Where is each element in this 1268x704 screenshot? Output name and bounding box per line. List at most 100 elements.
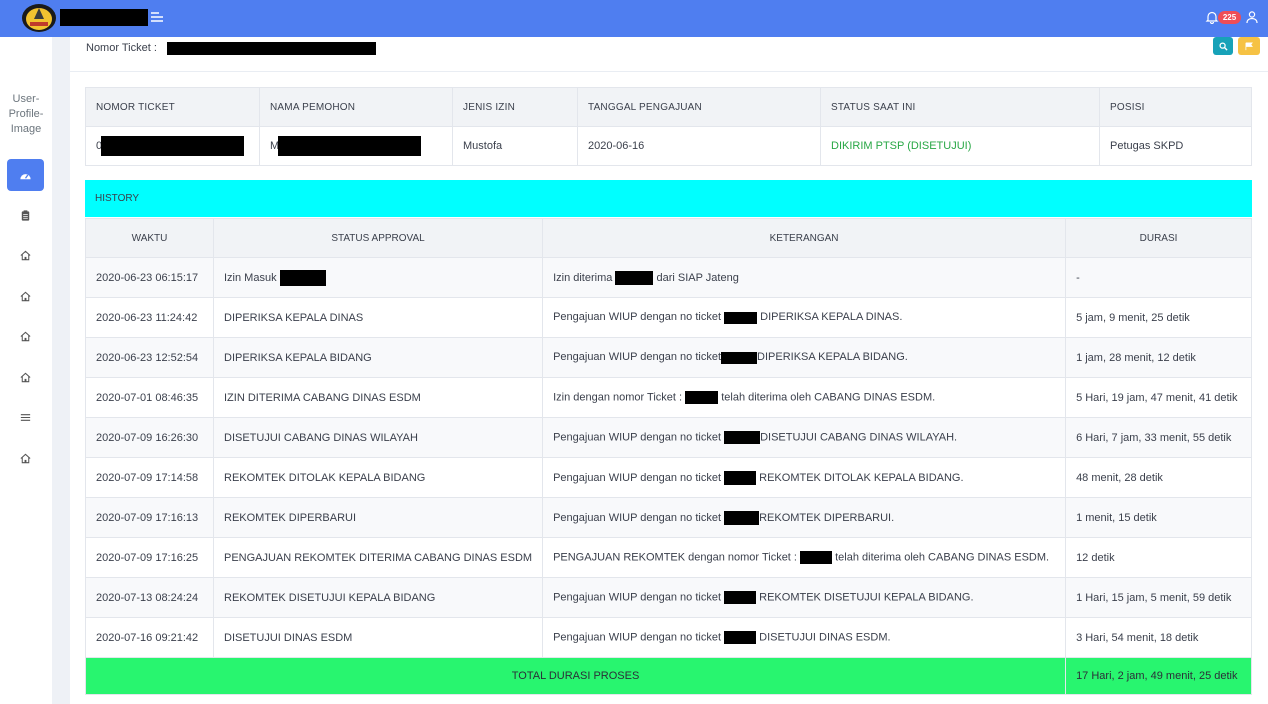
cell-jenis-izin: Mustofa (452, 126, 578, 166)
clipboard-icon (21, 209, 30, 221)
cell-durasi: 1 jam, 28 menit, 12 detik (1065, 337, 1252, 378)
user-icon[interactable] (1245, 10, 1259, 24)
keterangan-text: REKOMTEK DIPERBARUI. (759, 511, 895, 524)
sidebar-item-list[interactable] (7, 401, 44, 433)
redacted-block (724, 510, 760, 525)
cell-status: DIKIRIM PTSP (DISETUJUI) (820, 126, 1100, 166)
cell-keterangan: Pengajuan WIUP dengan no ticket DISETUJU… (542, 417, 1067, 458)
cell-status-approval: DISETUJUI DINAS ESDM (212, 617, 544, 658)
keterangan-text: DISETUJUI DINAS ESDM. (759, 631, 891, 644)
keterangan-text: Pengajuan WIUP dengan no ticket (553, 471, 722, 484)
cell-durasi: 12 detik (1065, 537, 1252, 578)
bell-icon[interactable] (1205, 10, 1219, 25)
search-button[interactable] (1213, 37, 1233, 55)
col-header-tanggal-pengajuan: TANGGAL PENGAJUAN (577, 87, 821, 127)
cell-keterangan: Pengajuan WIUP dengan no ticket REKOMTEK… (542, 577, 1067, 618)
history-table: WAKTU STATUS APPROVAL KETERANGAN DURASI … (84, 218, 1252, 695)
cell-waktu: 2020-06-23 11:24:42 (85, 297, 214, 338)
redacted-block (724, 591, 757, 604)
cell-keterangan: Pengajuan WIUP dengan no ticket REKOMTEK… (542, 497, 1067, 538)
col-header-status-approval: STATUS APPROVAL (212, 218, 544, 258)
cell-durasi: 48 menit, 28 detik (1065, 457, 1252, 498)
table-row: 2020-07-09 17:16:25 PENGAJUAN REKOMTEK D… (85, 537, 1252, 578)
total-label: TOTAL DURASI PROSES (84, 657, 1067, 695)
sidebar-item-home-4[interactable] (7, 361, 44, 393)
cell-waktu: 2020-07-09 17:14:58 (85, 457, 214, 498)
cell-status-approval: DIPERIKSA KEPALA BIDANG (212, 337, 544, 378)
cell-status-approval: Izin Masuk (212, 257, 544, 298)
profile-image-alt-text: User-Profile-Image (8, 93, 44, 135)
cell-keterangan: Izin diterima dari SIAP Jateng (542, 257, 1067, 298)
ticket-number-redacted (167, 42, 376, 55)
cell-durasi: 5 Hari, 19 jam, 47 menit, 41 detik (1065, 377, 1252, 418)
col-header-nomor-ticket: NOMOR TICKET (85, 87, 260, 127)
sidebar-item-home-5[interactable] (7, 442, 44, 474)
history-header: HISTORY (85, 180, 1252, 217)
table-row: 2020-06-23 06:15:17 Izin Masuk Izin dite… (85, 257, 1252, 298)
menu-toggle-icon[interactable] (150, 10, 164, 24)
col-header-waktu: WAKTU (85, 218, 214, 258)
redacted-block (685, 391, 719, 404)
flag-icon (1245, 42, 1253, 50)
redacted-block (724, 311, 758, 324)
cell-keterangan: Pengajuan WIUP dengan no ticket REKOMTEK… (542, 457, 1067, 498)
keterangan-text: REKOMTEK DITOLAK KEPALA BIDANG. (759, 471, 964, 484)
sidebar-item-home-3[interactable] (7, 320, 44, 352)
list-icon (20, 413, 31, 421)
keterangan-text: DISETUJUI CABANG DINAS WILAYAH. (760, 431, 958, 444)
sidebar-item-home-2[interactable] (7, 280, 44, 312)
cell-keterangan: Pengajuan WIUP dengan no ticket DIPERIKS… (542, 297, 1067, 338)
keterangan-text: DIPERIKSA KEPALA DINAS. (760, 311, 903, 324)
cell-durasi: 3 Hari, 54 menit, 18 detik (1065, 617, 1252, 658)
cell-waktu: 2020-07-16 09:21:42 (85, 617, 214, 658)
table-row: 2020-07-01 08:46:35 IZIN DITERIMA CABANG… (85, 377, 1252, 418)
keterangan-text: Izin dengan nomor Ticket : (553, 391, 683, 404)
col-header-posisi: POSISI (1099, 87, 1252, 127)
home-icon (20, 453, 31, 463)
keterangan-text: telah diterima oleh CABANG DINAS ESDM. (835, 551, 1050, 564)
total-value: 17 Hari, 2 jam, 49 menit, 25 detik (1065, 657, 1252, 695)
cell-waktu: 2020-07-09 16:26:30 (85, 417, 214, 458)
cell-waktu: 2020-06-23 12:52:54 (85, 337, 214, 378)
cell-status-approval: REKOMTEK DITOLAK KEPALA BIDANG (212, 457, 544, 498)
sidebar-item-home-1[interactable] (7, 239, 44, 271)
col-header-keterangan: KETERANGAN (542, 218, 1067, 258)
cell-status-approval: REKOMTEK DISETUJUI KEPALA BIDANG (212, 577, 544, 618)
cell-tanggal: 2020-06-16 (577, 126, 821, 166)
ticket-number-label: Nomor Ticket : (86, 42, 157, 54)
redacted-block (615, 270, 654, 285)
notification-badge[interactable]: 225 (1218, 11, 1241, 24)
flag-button[interactable] (1238, 37, 1260, 55)
sidebar: User-Profile-Image (0, 37, 52, 704)
cell-durasi: - (1065, 257, 1252, 298)
cell-waktu: 2020-06-23 06:15:17 (85, 257, 214, 298)
cell-status-approval: IZIN DITERIMA CABANG DINAS ESDM (212, 377, 544, 418)
table-row: 2020-07-09 17:16:13 REKOMTEK DIPERBARUI … (85, 497, 1252, 538)
keterangan-text: Pengajuan WIUP dengan no ticket (553, 511, 722, 524)
cell-durasi: 6 Hari, 7 jam, 33 menit, 55 detik (1065, 417, 1252, 458)
logo-emblem (20, 3, 58, 33)
cell-keterangan: Pengajuan WIUP dengan no ticket DIPERIKSA… (542, 337, 1067, 378)
app-name-redacted (60, 9, 148, 26)
sidebar-item-clipboard[interactable] (7, 199, 44, 231)
home-icon (20, 291, 31, 301)
redacted-block (101, 136, 245, 156)
cell-waktu: 2020-07-01 08:46:35 (85, 377, 214, 418)
cell-durasi: 1 menit, 15 detik (1065, 497, 1252, 538)
cell-nama-pemohon: M (259, 126, 453, 166)
cell-status-approval: PENGAJUAN REKOMTEK DITERIMA CABANG DINAS… (212, 537, 544, 578)
col-header-jenis-izin: JENIS IZIN (452, 87, 578, 127)
redacted-block (800, 551, 833, 564)
cell-waktu: 2020-07-09 17:16:13 (85, 497, 214, 538)
table-row: 2020-06-23 11:24:42 DIPERIKSA KEPALA DIN… (85, 297, 1252, 338)
table-row: 2020-06-23 12:52:54 DIPERIKSA KEPALA BID… (85, 337, 1252, 378)
col-header-nama-pemohon: NAMA PEMOHON (259, 87, 453, 127)
cell-status-approval: DIPERIKSA KEPALA DINAS (212, 297, 544, 338)
cell-durasi: 1 Hari, 15 jam, 5 menit, 59 detik (1065, 577, 1252, 618)
keterangan-text: Pengajuan WIUP dengan no ticket (553, 351, 722, 364)
cell-keterangan: Izin dengan nomor Ticket : telah diterim… (542, 377, 1067, 418)
keterangan-text: Pengajuan WIUP dengan no ticket (553, 311, 722, 324)
cell-status-approval: REKOMTEK DIPERBARUI (212, 497, 544, 538)
sidebar-item-dashboard[interactable] (7, 159, 44, 191)
cell-posisi: Petugas SKPD (1099, 126, 1252, 166)
